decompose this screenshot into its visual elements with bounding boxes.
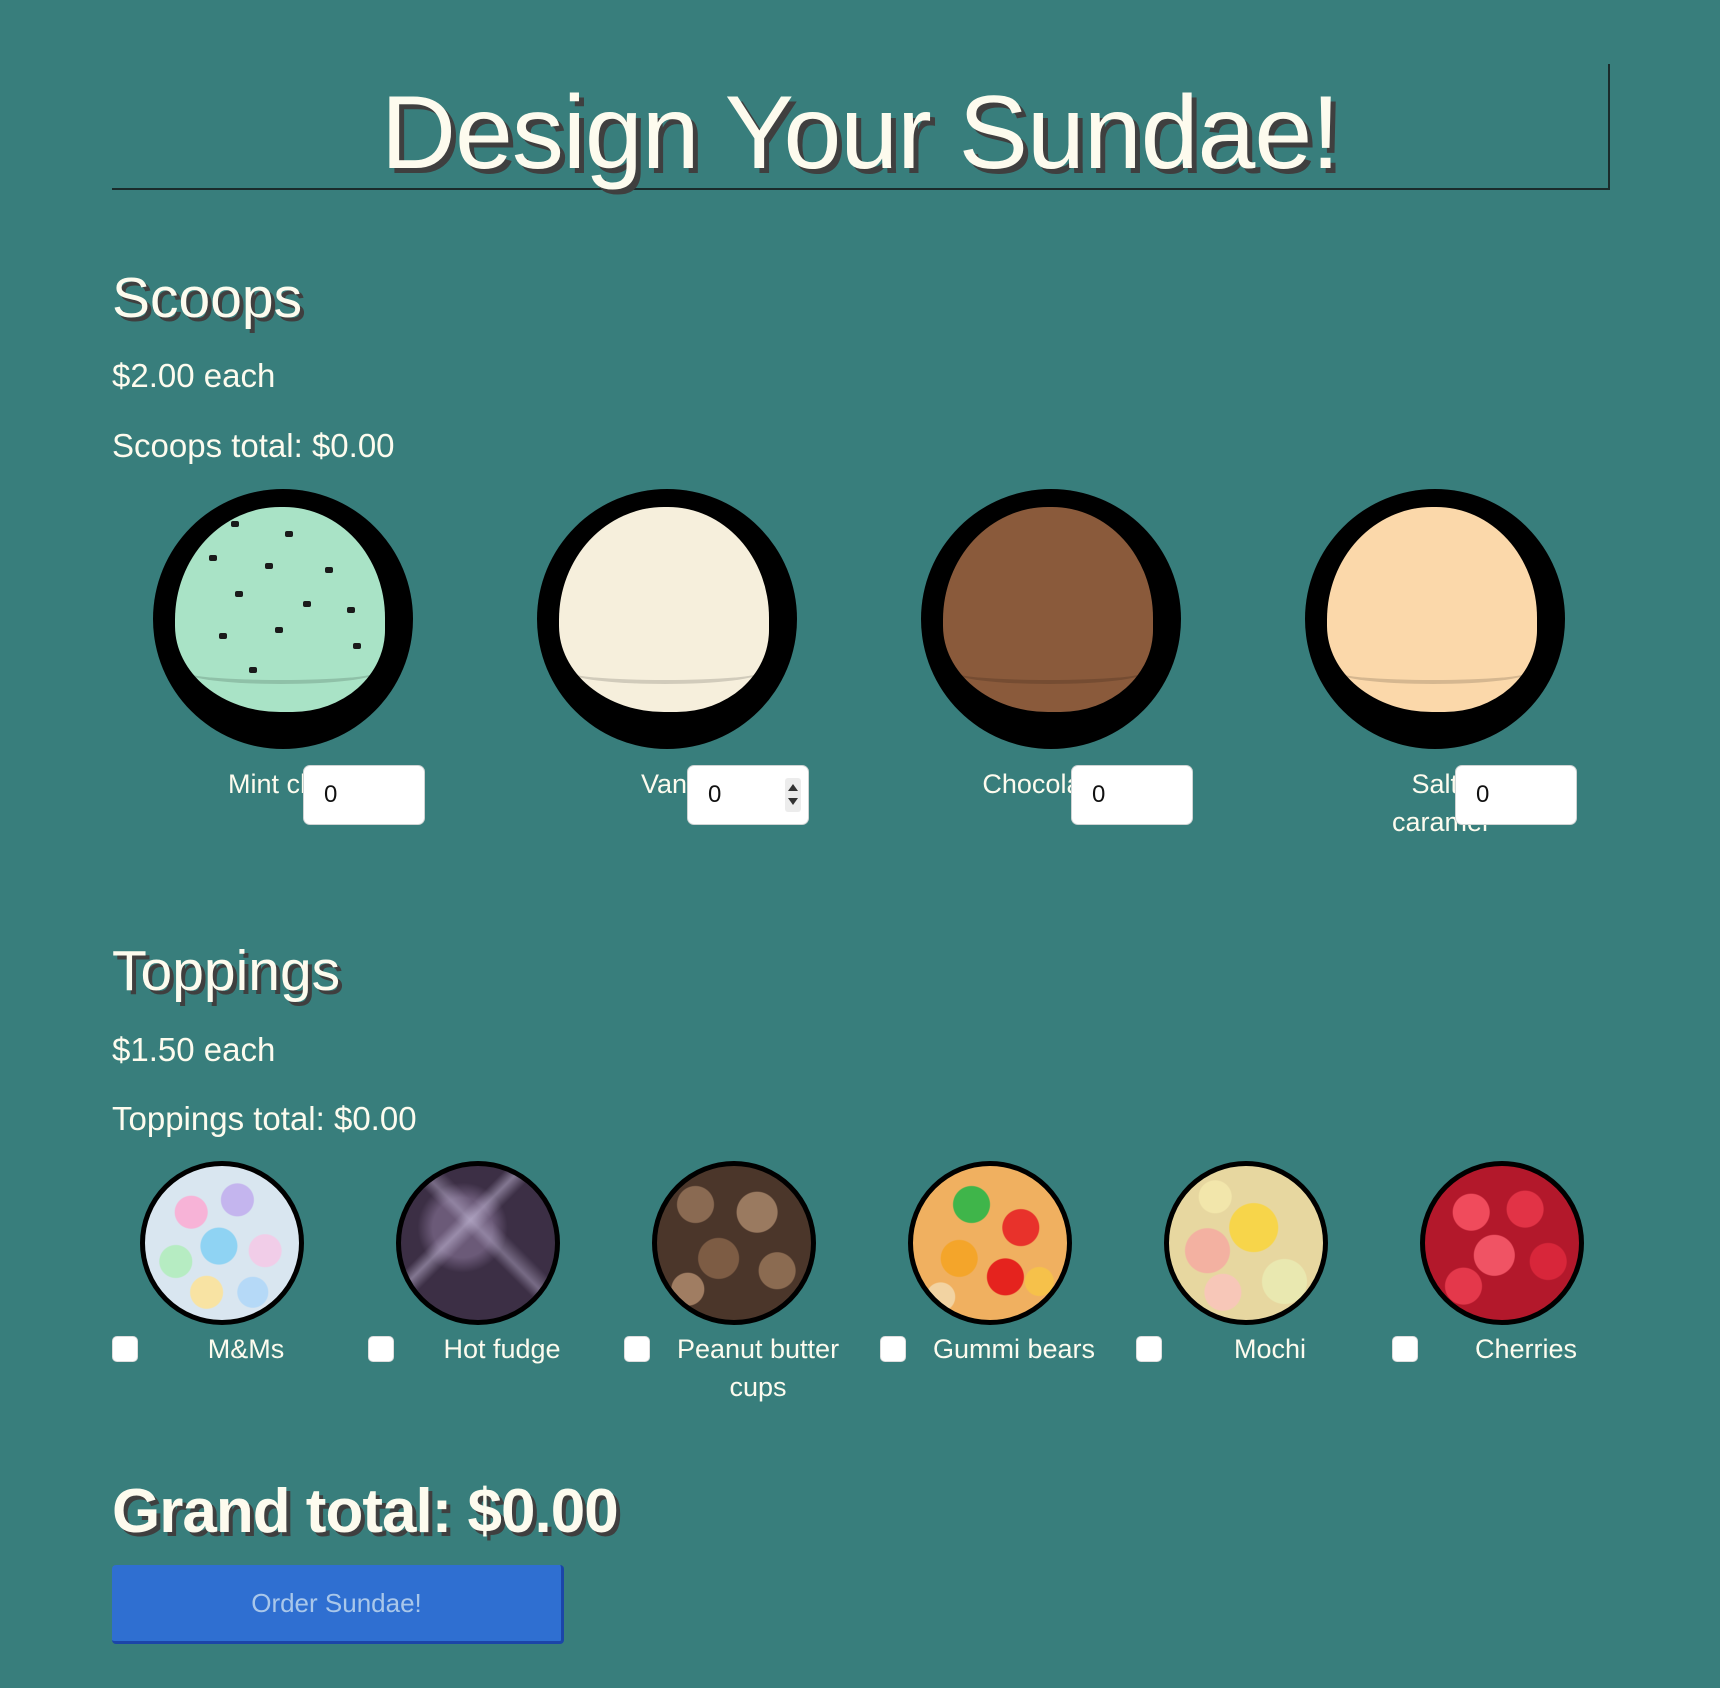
chevron-up-icon[interactable] — [788, 784, 798, 791]
topping-option-mms: M&Ms — [112, 1161, 368, 1401]
mint-chip-quantity-input[interactable] — [303, 765, 425, 825]
order-sundae-button[interactable]: Order Sundae! — [112, 1565, 564, 1644]
scoop-option-salted-caramel: Salted caramel — [1264, 489, 1648, 869]
salted-caramel-quantity-input[interactable] — [1455, 765, 1577, 825]
scoop-option-vanilla: Vanilla — [496, 489, 880, 869]
hot-fudge-checkbox[interactable] — [368, 1336, 394, 1362]
topping-label-mochi: Mochi — [1233, 1334, 1307, 1364]
chocolate-quantity-input[interactable] — [1071, 765, 1193, 825]
salted-caramel-scoop-icon — [1305, 489, 1565, 749]
scoops-heading: Scoops — [112, 266, 303, 330]
mms-checkbox[interactable] — [112, 1336, 138, 1362]
topping-option-hot-fudge: Hot fudge — [368, 1161, 624, 1401]
peanut-butter-cups-checkbox[interactable] — [624, 1336, 650, 1362]
gummi-bears-topping-icon — [908, 1161, 1072, 1325]
grand-total: Grand total: $0.00 — [112, 1477, 619, 1546]
quantity-stepper[interactable] — [785, 778, 801, 812]
cherries-checkbox[interactable] — [1392, 1336, 1418, 1362]
scoops-price: $2.00 each — [112, 357, 276, 394]
topping-label-cherries: Cherries — [1474, 1334, 1578, 1364]
scoops-total: Scoops total: $0.00 — [112, 427, 395, 464]
mochi-checkbox[interactable] — [1136, 1336, 1162, 1362]
topping-option-gummi-bears: Gummi bears — [880, 1161, 1136, 1401]
cherries-topping-icon — [1420, 1161, 1584, 1325]
gummi-bears-checkbox[interactable] — [880, 1336, 906, 1362]
vanilla-scoop-icon — [537, 489, 797, 749]
peanut-butter-cups-topping-icon — [652, 1161, 816, 1325]
scoop-option-chocolate: Chocolate — [880, 489, 1264, 869]
topping-option-mochi: Mochi — [1136, 1161, 1392, 1401]
topping-option-peanut-butter-cups: Peanut butter cups — [624, 1161, 880, 1402]
topping-label-hot-fudge: Hot fudge — [443, 1334, 561, 1364]
mms-topping-icon — [140, 1161, 304, 1325]
scoop-option-mint-chip: Mint chip — [112, 489, 496, 869]
page-header: Design Your Sundae! — [112, 64, 1610, 190]
toppings-price: $1.50 each — [112, 1031, 276, 1068]
toppings-heading: Toppings — [112, 939, 341, 1003]
hot-fudge-topping-icon — [396, 1161, 560, 1325]
toppings-total: Toppings total: $0.00 — [112, 1100, 417, 1137]
page-title: Design Your Sundae! — [380, 75, 1340, 191]
chevron-down-icon[interactable] — [788, 798, 798, 805]
topping-option-cherries: Cherries — [1392, 1161, 1648, 1401]
topping-label-mms: M&Ms — [207, 1334, 285, 1364]
chocolate-scoop-icon — [921, 489, 1181, 749]
topping-label-gummi-bears: Gummi bears — [932, 1334, 1096, 1364]
mochi-topping-icon — [1164, 1161, 1328, 1325]
mint-chip-scoop-icon — [153, 489, 413, 749]
topping-label-peanut-butter-cups: Peanut butter cups — [676, 1334, 840, 1402]
